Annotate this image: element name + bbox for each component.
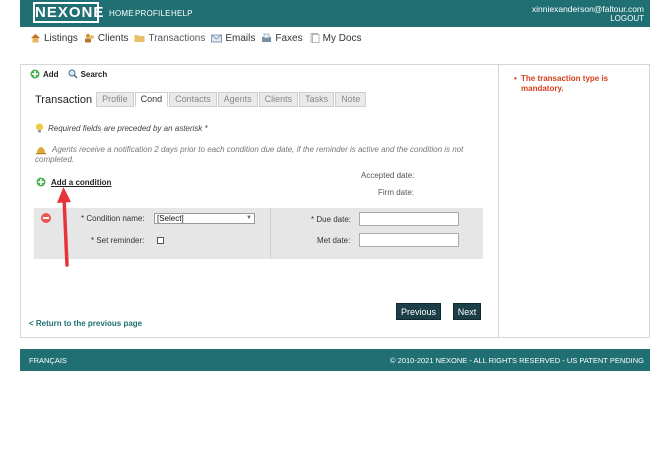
- module-clients[interactable]: Clients: [84, 31, 129, 45]
- bullet-icon: •: [514, 74, 517, 83]
- transaction-tabs: Transaction Profile Cond Contacts Agents…: [35, 92, 367, 107]
- module-transactions-label: Transactions: [148, 32, 206, 44]
- due-date-label: * Due date:: [311, 215, 352, 224]
- module-my-docs[interactable]: My Docs: [309, 31, 362, 45]
- tab-agents[interactable]: Agents: [217, 92, 258, 107]
- module-my-docs-label: My Docs: [322, 32, 362, 44]
- fax-icon: [261, 33, 272, 43]
- module-listings[interactable]: Listings: [30, 31, 78, 45]
- module-transactions[interactable]: Transactions: [134, 31, 205, 45]
- add-condition-icon: [36, 177, 46, 187]
- accepted-date-label: Accepted date:: [361, 171, 415, 180]
- main-panel: Add Search Transaction Profile Cond Cont…: [20, 64, 499, 338]
- copyright-text: © 2010-2021 NEXONE - ALL RIGHTS RESERVED…: [390, 356, 644, 365]
- tab-clients[interactable]: Clients: [258, 92, 299, 107]
- nav-home[interactable]: HOME: [109, 9, 134, 18]
- return-link[interactable]: < Return to the previous page: [29, 319, 142, 328]
- error-message: • The transaction type is mandatory.: [514, 74, 642, 94]
- section-title: Transaction: [35, 94, 93, 106]
- add-icon: [30, 69, 40, 79]
- remove-condition-icon[interactable]: [41, 213, 51, 223]
- action-bar: Add Search: [30, 69, 116, 79]
- tab-contacts[interactable]: Contacts: [169, 92, 217, 107]
- module-faxes-label: Faxes: [275, 32, 303, 44]
- condition-name-label: * Condition name:: [81, 214, 145, 223]
- nav-profile[interactable]: PROFILE: [135, 9, 171, 18]
- annotation-arrow-icon: [57, 187, 71, 267]
- reminder-note-text: Agents receive a notification 2 days pri…: [35, 145, 464, 164]
- nav-help[interactable]: HELP: [171, 9, 193, 18]
- module-listings-label: Listings: [44, 32, 78, 44]
- search-button[interactable]: Search: [68, 69, 108, 79]
- set-reminder-checkbox[interactable]: [157, 237, 164, 244]
- condition-name-select[interactable]: [Select] ▼: [154, 213, 255, 224]
- language-switch-link[interactable]: FRANÇAIS: [29, 356, 67, 365]
- due-date-input[interactable]: [359, 212, 459, 226]
- side-panel: • The transaction type is mandatory.: [499, 64, 650, 338]
- add-button[interactable]: Add: [30, 69, 59, 79]
- condition-name-value: [Select]: [157, 214, 184, 223]
- add-label: Add: [43, 69, 59, 79]
- tab-cond[interactable]: Cond: [134, 92, 169, 107]
- logout-link[interactable]: LOGOUT: [610, 14, 644, 23]
- firm-date-label: Firm date:: [378, 188, 415, 197]
- tab-tasks[interactable]: Tasks: [299, 92, 335, 107]
- clients-icon: [84, 33, 95, 43]
- app-window: NEXONE HOME PROFILE HELP xinniexanderson…: [0, 0, 670, 458]
- search-label: Search: [80, 69, 108, 79]
- reminder-note: Agents receive a notification 2 days pri…: [35, 145, 495, 165]
- required-note-text: Required fields are preceded by an aster…: [48, 123, 208, 133]
- module-faxes[interactable]: Faxes: [261, 31, 303, 45]
- module-emails[interactable]: Emails: [211, 31, 255, 45]
- lightbulb-icon: [36, 123, 43, 133]
- module-clients-label: Clients: [97, 32, 129, 44]
- set-reminder-label: * Set reminder:: [91, 236, 145, 245]
- tab-profile[interactable]: Profile: [96, 92, 134, 107]
- envelope-icon: [211, 33, 223, 43]
- met-date-label: Met date:: [317, 236, 351, 245]
- user-email: xinniexanderson@faltour.com: [531, 4, 644, 14]
- required-note: Required fields are preceded by an aster…: [35, 123, 208, 133]
- docs-icon: [309, 33, 320, 43]
- chevron-down-icon: ▼: [246, 215, 252, 221]
- footer-bar: FRANÇAIS © 2010-2021 NEXONE - ALL RIGHTS…: [20, 349, 650, 371]
- error-message-text: The transaction type is mandatory.: [521, 74, 609, 93]
- house-icon: [30, 33, 41, 43]
- bell-icon: [36, 147, 46, 155]
- search-icon: [68, 69, 78, 79]
- met-date-input[interactable]: [359, 233, 459, 247]
- condition-row-divider: [270, 208, 271, 259]
- previous-button[interactable]: Previous: [396, 303, 441, 320]
- folder-icon: [134, 33, 145, 43]
- module-emails-label: Emails: [225, 32, 256, 44]
- condition-row: * Condition name: [Select] ▼ * Set remin…: [34, 208, 483, 259]
- module-nav: Listings Clients Transactions Emails Fax…: [30, 31, 368, 45]
- next-button[interactable]: Next: [453, 303, 481, 320]
- nexone-logo[interactable]: NEXONE: [33, 2, 103, 23]
- tab-note[interactable]: Note: [335, 92, 367, 107]
- top-header: NEXONE HOME PROFILE HELP xinniexanderson…: [20, 0, 650, 27]
